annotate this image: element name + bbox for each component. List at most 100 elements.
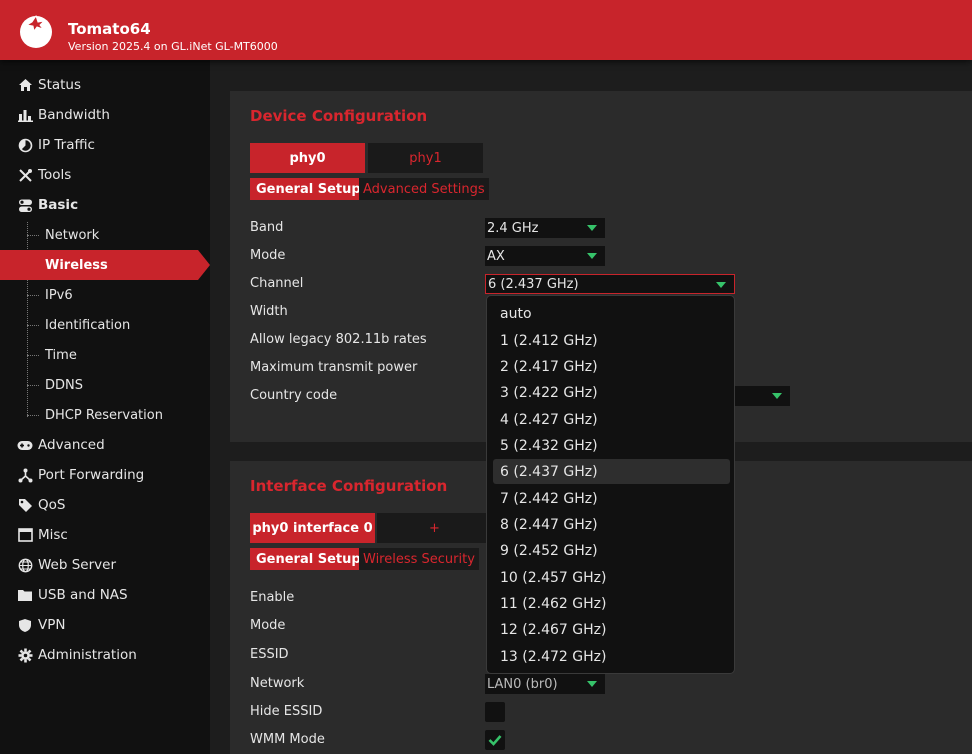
channel-option[interactable]: 5 (2.432 GHz): [493, 433, 730, 458]
sidebar-item-label: Basic: [38, 197, 79, 213]
sidebar-item-label: Time: [45, 347, 77, 363]
channel-option[interactable]: 13 (2.472 GHz): [493, 644, 730, 669]
sidebar-item-label: IP Traffic: [38, 137, 95, 153]
pie-chart-icon: [17, 137, 33, 153]
chevron-down-icon: [587, 225, 597, 231]
toggle-icon: [17, 197, 33, 213]
sidebar-item-label: IPv6: [45, 287, 73, 303]
sidebar-item-wireless[interactable]: Wireless: [0, 250, 210, 280]
channel-dropdown-list: auto 1 (2.412 GHz) 2 (2.417 GHz) 3 (2.42…: [486, 295, 735, 674]
channel-option[interactable]: 1 (2.412 GHz): [493, 328, 730, 353]
tab-phy1[interactable]: phy1: [368, 143, 483, 173]
channel-option[interactable]: auto: [493, 301, 730, 326]
globe-icon: [17, 557, 33, 573]
sidebar-item-label: Tools: [38, 167, 72, 183]
sidebar-item-label: Identification: [45, 317, 131, 333]
gear-icon: [17, 647, 33, 663]
label-enable: Enable: [250, 590, 295, 605]
bar-chart-icon: [17, 107, 33, 123]
window-icon: [17, 527, 33, 543]
sidebar-item-identification[interactable]: Identification: [0, 310, 210, 340]
label-hide-essid: Hide ESSID: [250, 704, 323, 719]
sidebar-item-label: Advanced: [38, 437, 105, 453]
sidebar-item-port-forwarding[interactable]: Port Forwarding: [0, 460, 210, 490]
sidebar-item-vpn[interactable]: VPN: [0, 610, 210, 640]
sidebar-item-time[interactable]: Time: [0, 340, 210, 370]
channel-option[interactable]: 9 (2.452 GHz): [493, 538, 730, 563]
sidebar-item-dhcp-reservation[interactable]: DHCP Reservation: [0, 400, 210, 430]
chevron-down-icon: [587, 681, 597, 687]
panel-title: Interface Configuration: [250, 477, 448, 495]
band-select[interactable]: 2.4 GHz: [485, 218, 605, 238]
sidebar-item-network[interactable]: Network: [0, 220, 210, 250]
sidebar-item-label: USB and NAS: [38, 587, 128, 603]
network-select-value: LAN0 (br0): [487, 676, 558, 692]
label-band: Band: [250, 220, 284, 235]
sidebar-item-ipv6[interactable]: IPv6: [0, 280, 210, 310]
subtab-wireless-security[interactable]: Wireless Security: [359, 548, 479, 570]
sidebar-item-label: Bandwidth: [38, 107, 110, 123]
checkmark-icon: [488, 735, 502, 746]
channel-option[interactable]: 8 (2.447 GHz): [493, 512, 730, 537]
sidebar-item-ddns[interactable]: DDNS: [0, 370, 210, 400]
channel-option[interactable]: 11 (2.462 GHz): [493, 591, 730, 616]
sidebar-item-label: DHCP Reservation: [45, 407, 163, 423]
network-icon: [17, 467, 33, 483]
tab-phy0[interactable]: phy0: [250, 143, 365, 173]
wmm-mode-checkbox[interactable]: [485, 730, 505, 750]
sidebar-item-status[interactable]: Status: [0, 70, 210, 100]
channel-select-value: 6 (2.437 GHz): [488, 276, 579, 292]
sidebar-item-label: Misc: [38, 527, 68, 543]
shield-icon: [17, 617, 33, 633]
sidebar-item-usb-and-nas[interactable]: USB and NAS: [0, 580, 210, 610]
tab-add-interface[interactable]: +: [377, 513, 492, 543]
sidebar-item-misc[interactable]: Misc: [0, 520, 210, 550]
channel-option-selected[interactable]: 6 (2.437 GHz): [493, 459, 730, 484]
label-max-tx-power: Maximum transmit power: [250, 360, 418, 375]
label-mode: Mode: [250, 618, 286, 633]
hide-essid-checkbox[interactable]: [485, 702, 505, 722]
sidebar-item-label: Network: [45, 227, 100, 243]
home-icon: [17, 77, 33, 93]
sidebar-item-ip-traffic[interactable]: IP Traffic: [0, 130, 210, 160]
subtab-advanced-settings[interactable]: Advanced Settings: [359, 178, 489, 200]
sidebar-item-label: Administration: [38, 647, 137, 663]
sidebar-item-administration[interactable]: Administration: [0, 640, 210, 670]
chevron-down-icon: [587, 253, 597, 259]
folder-icon: [17, 587, 33, 603]
panel-title: Device Configuration: [250, 107, 428, 125]
mode-select[interactable]: AX: [485, 246, 605, 266]
sidebar-item-label: Status: [38, 77, 82, 93]
sidebar-item-advanced[interactable]: Advanced: [0, 430, 210, 460]
channel-select[interactable]: 6 (2.437 GHz): [485, 274, 735, 294]
channel-option[interactable]: 12 (2.467 GHz): [493, 617, 730, 642]
sidebar-item-label: VPN: [38, 617, 66, 633]
sidebar-item-label: Port Forwarding: [38, 467, 145, 483]
chevron-down-icon: [716, 282, 726, 288]
channel-option[interactable]: 2 (2.417 GHz): [493, 354, 730, 379]
sidebar-item-tools[interactable]: Tools: [0, 160, 210, 190]
subtab-general-setup[interactable]: General Setup: [250, 548, 367, 570]
label-wmm-mode: WMM Mode: [250, 732, 325, 747]
subtab-general-setup[interactable]: General Setup: [250, 178, 367, 200]
band-select-value: 2.4 GHz: [487, 220, 539, 236]
app-version: Version 2025.4 on GL.iNet GL-MT6000: [68, 40, 278, 53]
app-header: Tomato64 Version 2025.4 on GL.iNet GL-MT…: [0, 0, 972, 60]
channel-option[interactable]: 7 (2.442 GHz): [493, 486, 730, 511]
tab-phy0-interface-0[interactable]: phy0 interface 0: [250, 513, 375, 543]
label-legacy-rates: Allow legacy 802.11b rates: [250, 332, 427, 347]
network-select[interactable]: LAN0 (br0): [485, 674, 605, 694]
chevron-down-icon: [772, 393, 782, 399]
sidebar-item-qos[interactable]: QoS: [0, 490, 210, 520]
channel-option[interactable]: 3 (2.422 GHz): [493, 380, 730, 405]
channel-option[interactable]: 10 (2.457 GHz): [493, 565, 730, 590]
label-country-code: Country code: [250, 388, 338, 403]
sidebar-item-basic[interactable]: Basic: [0, 190, 210, 220]
channel-option[interactable]: 4 (2.427 GHz): [493, 407, 730, 432]
app-title: Tomato64: [68, 20, 151, 38]
sidebar-item-label: Wireless: [45, 257, 108, 273]
label-network: Network: [250, 676, 305, 691]
sidebar-item-bandwidth[interactable]: Bandwidth: [0, 100, 210, 130]
tools-icon: [17, 167, 33, 183]
sidebar-item-web-server[interactable]: Web Server: [0, 550, 210, 580]
